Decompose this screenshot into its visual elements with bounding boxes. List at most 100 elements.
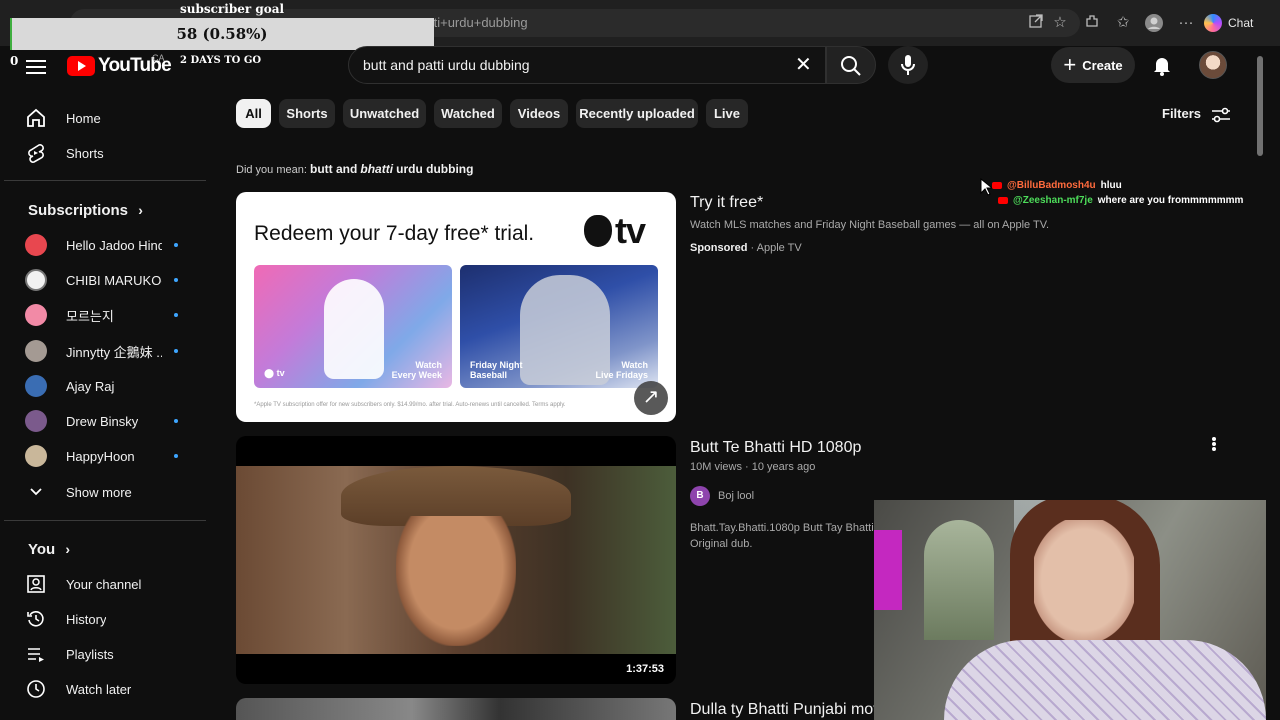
ad-title[interactable]: Try it free* — [690, 194, 763, 212]
hamburger-menu-icon[interactable] — [26, 56, 46, 74]
ad-tile-caption-line: Every Week — [391, 370, 442, 380]
sidebar-item-subscription[interactable]: Hello Jadoo Hindi — [4, 227, 206, 263]
favorite-star-icon[interactable]: ☆ — [1050, 13, 1070, 33]
sidebar: Home Shorts Subscriptions › Hello Jadoo … — [4, 98, 206, 720]
sidebar-item-show-more[interactable]: Show more — [4, 474, 206, 510]
new-content-dot — [174, 349, 178, 353]
microphone-icon — [901, 55, 915, 75]
video-channel[interactable]: B Boj lool — [690, 486, 754, 506]
webcam-background-light — [874, 530, 902, 610]
ad-headline: Redeem your 7-day free* trial. — [254, 222, 535, 245]
sidebar-item-label: Ajay Raj — [66, 378, 115, 394]
subscriptions-heading-label: Subscriptions — [28, 202, 129, 219]
account-avatar[interactable] — [1199, 51, 1227, 79]
copilot-chat-label: Chat — [1228, 16, 1254, 30]
ad-tile-mls: ⬤ tv Watch Every Week — [254, 265, 452, 388]
profile-icon[interactable] — [1144, 13, 1164, 33]
sidebar-item-subscription[interactable]: Drew Binsky — [4, 403, 206, 439]
video-thumbnail[interactable] — [236, 698, 676, 720]
channel-avatar: B — [690, 486, 710, 506]
webcam-person-shirt — [944, 640, 1266, 720]
more-options-icon[interactable]: ··· — [1176, 13, 1196, 33]
chip-videos[interactable]: Videos — [510, 99, 568, 128]
channel-avatar — [25, 234, 47, 256]
shorts-icon — [24, 141, 48, 165]
new-content-dot — [174, 313, 178, 317]
chip-recently-uploaded[interactable]: Recently uploaded — [576, 99, 698, 128]
favorites-list-icon[interactable]: ✩ — [1113, 13, 1133, 33]
chip-shorts[interactable]: Shorts — [279, 99, 335, 128]
clear-search-icon[interactable]: ✕ — [795, 55, 812, 75]
youtube-chat-icon — [992, 182, 1002, 189]
notifications-bell-icon[interactable] — [1150, 53, 1174, 77]
chip-watched[interactable]: Watched — [434, 99, 502, 128]
subscriber-goal-start: 0 — [10, 54, 19, 68]
ad-description: Watch MLS matches and Friday Night Baseb… — [690, 219, 1050, 231]
search-input[interactable]: butt and patti urdu dubbing ✕ — [348, 46, 826, 84]
sidebar-item-subscription[interactable]: CHIBI MARUKO-... — [4, 262, 206, 298]
ad-banner[interactable]: Redeem your 7-day free* trial. tv ⬤ tv W… — [236, 192, 676, 422]
copilot-icon — [1204, 14, 1222, 32]
sidebar-item-label: Home — [66, 110, 101, 126]
video-title[interactable]: Butt Te Bhatti HD 1080p — [690, 439, 861, 457]
sidebar-item-your-channel[interactable]: Your channel — [4, 566, 206, 602]
video-description-line: Bhatt.Tay.Bhatti.1080p Butt Tay Bhatti S — [690, 522, 874, 534]
page-scrollbar[interactable] — [1257, 56, 1263, 156]
sidebar-item-subscription[interactable]: HappyHoon — [4, 438, 206, 474]
filters-label: Filters — [1162, 106, 1202, 121]
sidebar-item-label: HappyHoon — [66, 448, 135, 464]
chip-live[interactable]: Live — [706, 99, 748, 128]
channel-avatar — [25, 304, 47, 326]
sidebar-item-watch-later[interactable]: Watch later — [4, 671, 206, 707]
channel-avatar — [25, 269, 47, 291]
channel-name: Boj lool — [718, 490, 755, 502]
voice-search-button[interactable] — [888, 46, 928, 84]
chip-all[interactable]: All — [236, 99, 271, 128]
channel-icon — [24, 572, 48, 596]
ad-tile-caption: Watch Every Week — [392, 360, 442, 380]
sidebar-item-history[interactable]: History — [4, 601, 206, 637]
new-content-dot — [174, 419, 178, 423]
sidebar-item-shorts[interactable]: Shorts — [4, 135, 206, 171]
video-title[interactable]: Dulla ty Bhatti Punjabi mov — [690, 701, 881, 719]
sidebar-item-subscription[interactable]: Jinnytty 企鵝妹 ... — [4, 333, 206, 369]
subscriber-goal-overlay: subscriber goal 58 (0.58%) — [10, 0, 434, 52]
search-button[interactable] — [826, 46, 876, 84]
sidebar-item-label: Playlists — [66, 646, 114, 662]
copilot-chat-button[interactable]: Chat — [1204, 11, 1253, 35]
chevron-right-icon: › — [138, 202, 143, 218]
ad-tile-brand: ⬤ tv — [264, 368, 285, 378]
chip-unwatched[interactable]: Unwatched — [343, 99, 426, 128]
sidebar-divider — [4, 180, 206, 181]
subscriber-goal-days: 2 DAYS TO GO — [180, 55, 262, 66]
video-thumbnail[interactable]: 1:37:53 — [236, 436, 676, 684]
mouse-cursor-icon — [980, 178, 992, 196]
you-heading[interactable]: You › — [28, 541, 70, 558]
soccer-player-figure — [324, 279, 384, 379]
sidebar-item-label: Jinnytty 企鵝妹 ... — [66, 344, 162, 360]
filters-button[interactable]: Filters — [1162, 106, 1231, 124]
subscriptions-heading[interactable]: Subscriptions › — [28, 202, 143, 219]
video-more-actions-icon[interactable] — [1206, 436, 1222, 454]
open-in-app-icon[interactable] — [1026, 13, 1046, 33]
chat-message: @Zeeshan-mf7je where are you frommmmmmm — [998, 195, 1243, 206]
did-you-mean-link[interactable]: butt and bhatti urdu dubbing — [310, 162, 473, 176]
apple-logo-icon — [584, 215, 612, 247]
extensions-icon[interactable] — [1082, 13, 1102, 33]
apple-tv-logo: tv — [584, 210, 646, 252]
sidebar-item-subscription[interactable]: Ajay Raj — [4, 368, 206, 404]
sidebar-item-subscription[interactable]: 모르는지 — [4, 297, 206, 333]
sidebar-item-label: Hello Jadoo Hindi — [66, 237, 162, 253]
sidebar-item-playlists[interactable]: Playlists — [4, 636, 206, 672]
channel-avatar — [25, 375, 47, 397]
create-button[interactable]: + Create — [1051, 47, 1135, 83]
sidebar-item-home[interactable]: Home — [4, 100, 206, 136]
channel-avatar — [25, 410, 47, 432]
ad-tile-caption-line: Baseball — [470, 370, 508, 380]
you-heading-label: You — [28, 541, 56, 558]
ad-tile-caption-line: Watch — [415, 360, 442, 370]
new-content-dot — [174, 243, 178, 247]
chevron-down-icon — [24, 480, 48, 504]
sponsored-badge: Sponsored — [690, 242, 748, 254]
open-ad-arrow-icon[interactable]: ↗ — [634, 381, 668, 415]
